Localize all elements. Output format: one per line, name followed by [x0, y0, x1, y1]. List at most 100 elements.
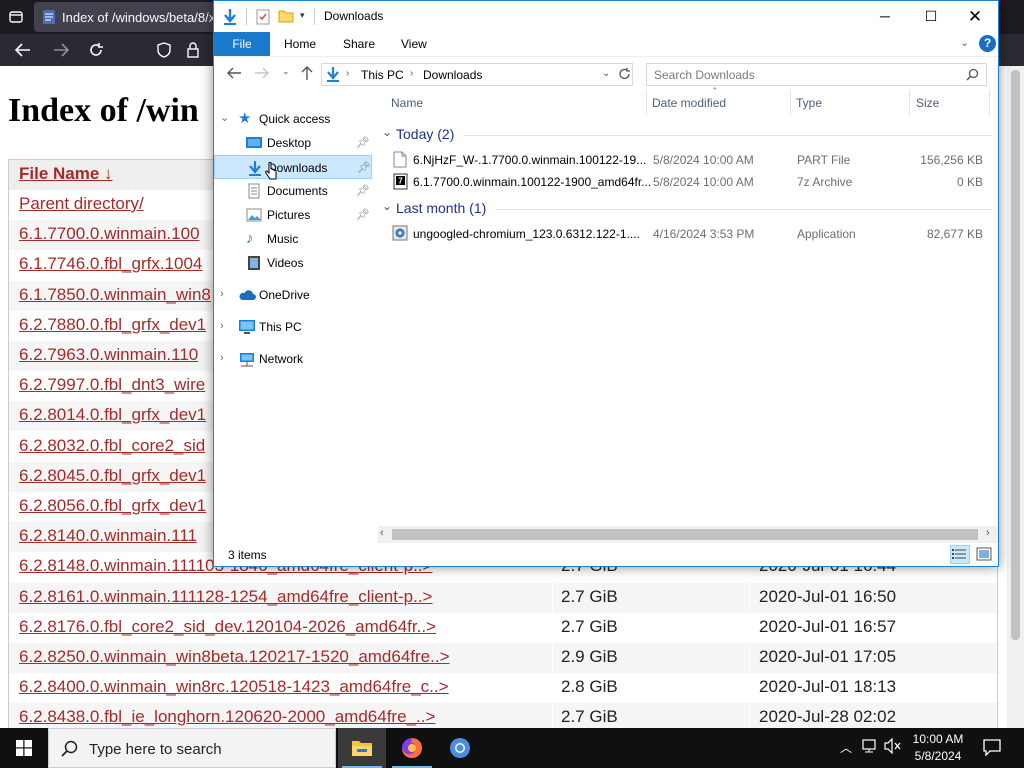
volume-muted-icon[interactable]	[884, 737, 902, 760]
nav-item-network[interactable]: › Network	[214, 347, 372, 371]
details-view-icon[interactable]	[950, 545, 970, 564]
file-link[interactable]: 6.2.8032.0.fbl_core2_sid	[19, 436, 205, 456]
tab-share[interactable]: Share	[343, 32, 375, 56]
up-arrow-icon[interactable]	[300, 65, 314, 86]
file-link[interactable]: 6.2.8161.0.winmain.111128-1254_amd64fre_…	[19, 587, 432, 607]
forward-arrow-icon[interactable]	[52, 42, 70, 62]
column-divider	[749, 673, 750, 704]
notifications-icon[interactable]	[983, 738, 1001, 762]
system-clock[interactable]: 10:00 AM 5/8/2024	[904, 731, 972, 765]
horizontal-scrollbar-thumb[interactable]	[392, 529, 978, 540]
refresh-icon[interactable]	[618, 67, 631, 86]
collapsed-chevron-icon[interactable]: ›	[220, 288, 224, 300]
maximize-button[interactable]: ☐	[908, 1, 954, 32]
column-header-name[interactable]: Name	[391, 96, 423, 110]
taskbar-file-explorer[interactable]	[338, 728, 386, 768]
tab-view[interactable]: View	[401, 32, 427, 56]
part-file-icon	[393, 151, 407, 171]
file-link[interactable]: 6.2.7997.0.fbl_dnt3_wire	[19, 375, 205, 395]
file-name-column-header[interactable]: File Name ↓	[19, 164, 113, 184]
column-header-type[interactable]: Type	[796, 96, 822, 110]
horizontal-scrollbar[interactable]: ‹ ›	[378, 526, 998, 543]
minimize-button[interactable]: ─	[862, 1, 908, 32]
browser-tab[interactable]: Index of /windows/beta/8/x	[34, 2, 224, 32]
recent-locations-icon[interactable]: ⌄	[282, 66, 290, 77]
file-link[interactable]: 6.2.8176.0.fbl_core2_sid_dev.120104-2026…	[19, 617, 436, 637]
collapsed-chevron-icon[interactable]: ›	[220, 352, 224, 364]
column-header-date-modified[interactable]: Date modified	[652, 96, 726, 110]
file-link[interactable]: 6.2.8045.0.fbl_grfx_dev1	[19, 466, 206, 486]
scroll-right-icon[interactable]: ›	[986, 527, 990, 539]
pin-icon: 📌︎	[356, 137, 370, 149]
forward-arrow-icon[interactable]	[254, 66, 270, 85]
explorer-title-bar[interactable]: ▾ Downloads ─ ☐ ✕	[214, 1, 998, 32]
file-link[interactable]: 6.2.8400.0.winmain_win8rc.120518-1423_am…	[19, 677, 449, 697]
address-dropdown-icon[interactable]: ⌄	[602, 68, 610, 79]
page-scrollbar[interactable]	[1007, 66, 1024, 728]
nav-item-videos[interactable]: Videos	[214, 251, 372, 275]
breadcrumb-downloads[interactable]: Downloads	[423, 68, 482, 82]
lock-icon[interactable]	[186, 42, 200, 62]
expand-ribbon-icon[interactable]: ⌄	[960, 36, 969, 49]
file-link[interactable]: 6.2.8140.0.winmain.111	[19, 526, 197, 546]
collapsed-chevron-icon[interactable]: ›	[220, 320, 224, 332]
column-divider[interactable]	[989, 90, 990, 116]
search-input[interactable]: Search Downloads	[646, 63, 987, 86]
back-arrow-icon[interactable]	[14, 42, 32, 62]
reload-icon[interactable]	[88, 42, 104, 62]
file-link[interactable]: 6.2.7880.0.fbl_grfx_dev1	[19, 315, 206, 335]
network-status-icon[interactable]	[862, 738, 880, 760]
collapse-group-icon[interactable]: ⌄	[382, 125, 392, 139]
file-row[interactable]: ungoogled-chromium_123.0.6312.122-1.... …	[378, 223, 992, 245]
taskbar-firefox[interactable]	[388, 728, 436, 768]
nav-item-desktop[interactable]: Desktop 📌︎	[214, 131, 372, 155]
file-row[interactable]: 6.NjHzF_W-.1.7700.0.winmain.100122-19...…	[378, 149, 992, 171]
column-divider[interactable]	[909, 90, 910, 116]
search-icon[interactable]	[966, 68, 979, 86]
nav-label: Pictures	[267, 208, 311, 222]
scroll-left-icon[interactable]: ‹	[380, 527, 384, 539]
tab-file[interactable]: File	[214, 32, 270, 56]
file-link[interactable]: 6.1.7746.0.fbl_grfx.1004	[19, 254, 202, 274]
nav-item-onedrive[interactable]: › OneDrive	[214, 283, 372, 307]
nav-item-pictures[interactable]: Pictures 📌︎	[214, 203, 372, 227]
file-row[interactable]: 7 6.1.7700.0.winmain.100122-1900_amd64fr…	[378, 171, 992, 193]
taskbar-chromium[interactable]	[436, 728, 484, 768]
column-divider[interactable]	[790, 90, 791, 116]
tab-home[interactable]: Home	[284, 32, 316, 56]
address-bar[interactable]: › This PC › Downloads ⌄	[321, 63, 633, 86]
nav-item-this-pc[interactable]: › This PC	[214, 315, 372, 339]
nav-item-music[interactable]: ♪ Music	[214, 227, 372, 251]
start-button[interactable]	[0, 728, 48, 768]
show-hidden-icons-icon[interactable]: ︿	[840, 738, 852, 758]
shield-icon[interactable]	[156, 42, 172, 62]
tab-list-icon[interactable]	[8, 9, 24, 29]
collapse-group-icon[interactable]: ⌄	[382, 199, 392, 213]
taskbar-search-box[interactable]: Type here to search	[48, 728, 336, 768]
expanded-chevron-icon[interactable]: ⌄	[220, 111, 229, 124]
column-header-size[interactable]: Size	[916, 96, 939, 110]
file-link[interactable]: 6.1.7700.0.winmain.100	[19, 224, 200, 244]
close-button[interactable]: ✕	[952, 1, 998, 32]
file-link[interactable]: 6.1.7850.0.winmain_win8	[19, 285, 211, 305]
breadcrumb-separator-icon[interactable]: ›	[410, 68, 413, 79]
large-icons-view-icon[interactable]	[976, 547, 992, 566]
file-link[interactable]: Parent directory/	[19, 194, 144, 214]
file-link[interactable]: 6.2.8250.0.winmain_win8beta.120217-1520_…	[19, 647, 450, 667]
back-arrow-icon[interactable]	[226, 66, 242, 85]
page-scrollbar-thumb[interactable]	[1011, 70, 1020, 640]
new-folder-icon[interactable]	[278, 9, 294, 28]
nav-item-downloads[interactable]: Downloads 📌︎	[214, 155, 372, 180]
customize-quick-access-icon[interactable]: ▾	[300, 10, 305, 21]
nav-item-quick-access[interactable]: ⌄ ★ Quick access	[214, 107, 372, 131]
file-link[interactable]: 6.2.8014.0.fbl_grfx_dev1	[19, 405, 206, 425]
properties-icon[interactable]	[256, 8, 270, 30]
file-link[interactable]: 6.2.8438.0.fbl_ie_longhorn.120620-2000_a…	[19, 707, 435, 727]
nav-item-documents[interactable]: Documents 📌︎	[214, 179, 372, 203]
column-divider[interactable]	[646, 90, 647, 116]
file-link[interactable]: 6.2.8056.0.fbl_grfx_dev1	[19, 496, 206, 516]
help-icon[interactable]: ?	[979, 35, 996, 52]
breadcrumb-separator-icon[interactable]: ›	[346, 68, 349, 79]
breadcrumb-this-pc[interactable]: This PC	[361, 68, 404, 82]
file-link[interactable]: 6.2.7963.0.winmain.110	[19, 345, 198, 365]
